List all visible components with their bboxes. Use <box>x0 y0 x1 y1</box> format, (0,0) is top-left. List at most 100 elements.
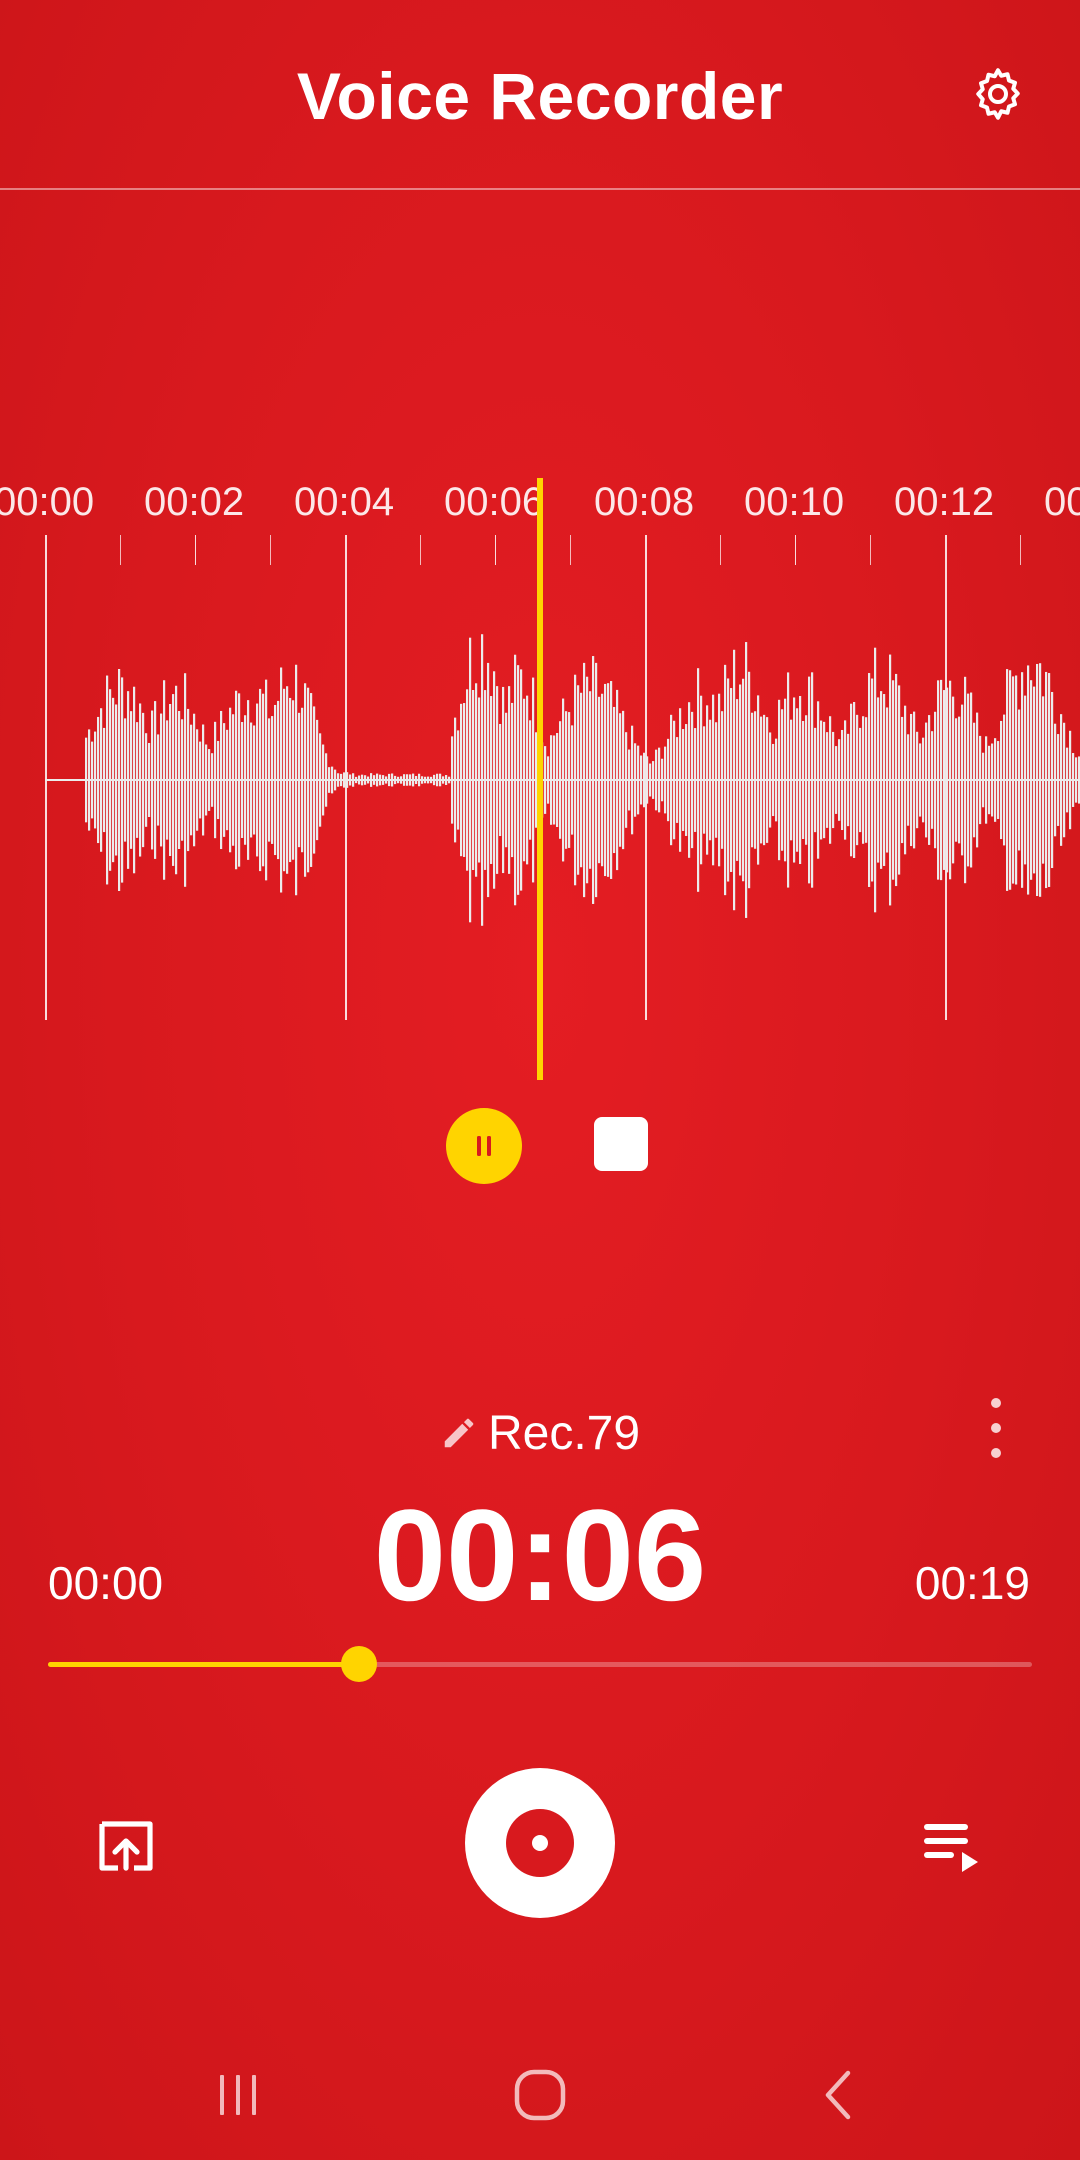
waveform-bar <box>748 671 751 889</box>
waveform-bar <box>874 647 877 913</box>
recordings-list-button[interactable] <box>916 1810 988 1882</box>
waveform-bar <box>361 774 364 786</box>
waveform-bar <box>373 775 376 785</box>
waveform-bar <box>898 685 901 875</box>
waveform-bar <box>628 749 631 811</box>
waveform-bar <box>409 774 412 786</box>
waveform-bar <box>757 695 760 865</box>
more-options-button[interactable] <box>976 1398 1016 1458</box>
waveform-bar <box>499 723 502 837</box>
waveform-bar <box>358 775 361 785</box>
waveform-bar <box>592 656 595 904</box>
waveform-bar <box>949 680 952 880</box>
waveform-bar <box>892 680 895 880</box>
waveform-bar <box>481 634 484 926</box>
waveform-bar <box>862 716 865 844</box>
waveform-bar <box>754 711 757 849</box>
waveform-bar <box>94 731 97 829</box>
waveform-bar <box>418 773 421 787</box>
home-button[interactable] <box>500 2060 580 2130</box>
waveform-bar <box>271 716 274 844</box>
half-second-marker <box>870 535 871 565</box>
waveform-bar <box>283 688 286 872</box>
waveform-bar <box>397 776 400 784</box>
recents-button[interactable] <box>198 2060 278 2130</box>
waveform-bar <box>289 697 292 863</box>
waveform-bar <box>331 766 334 794</box>
waveform-bar <box>928 715 931 845</box>
waveform-bar <box>1060 714 1063 846</box>
waveform-bar <box>859 727 862 833</box>
waveform-bar <box>112 697 115 863</box>
half-second-marker <box>420 535 421 565</box>
waveform-bar <box>1051 691 1054 869</box>
waveform-bar <box>829 716 832 844</box>
waveform-bar <box>610 681 613 879</box>
seek-bar-thumb[interactable] <box>340 1646 377 1682</box>
waveform-bar <box>544 746 547 814</box>
waveform-bar <box>526 695 529 865</box>
waveform-bar <box>622 710 625 850</box>
share-button[interactable] <box>90 1810 162 1882</box>
waveform-bar <box>310 693 313 867</box>
waveform-bar <box>307 687 310 873</box>
waveform-bar <box>631 725 634 835</box>
waveform-bar <box>688 702 691 858</box>
waveform-bar <box>946 687 949 873</box>
waveform-bar <box>376 773 379 787</box>
waveform-bar <box>124 718 127 842</box>
waveform-bar <box>721 711 724 849</box>
recording-name[interactable]: Rec.79 <box>488 1406 640 1461</box>
waveform-bar <box>856 714 859 846</box>
waveform-bar <box>934 711 937 849</box>
waveform-bar <box>772 743 775 817</box>
waveform-bar <box>229 707 232 853</box>
waveform-bar <box>274 704 277 856</box>
waveform-bar <box>478 697 481 863</box>
waveform-bar <box>1006 669 1009 891</box>
waveform-bar <box>364 775 367 785</box>
record-button[interactable] <box>465 1768 615 1918</box>
waveform-bar <box>607 683 610 877</box>
waveform-bar <box>232 714 235 846</box>
pause-button[interactable] <box>446 1108 522 1184</box>
waveform-bar <box>211 753 214 807</box>
waveform-bar <box>727 678 730 882</box>
waveform-bar <box>511 702 514 858</box>
waveform-bar <box>217 740 220 820</box>
waveform-bar <box>346 772 349 788</box>
waveform-bar <box>265 679 268 881</box>
waveform-bar <box>502 686 505 874</box>
waveform-bar <box>268 718 271 842</box>
waveform-bar <box>460 703 463 857</box>
waveform-bar <box>775 738 778 822</box>
back-button[interactable] <box>800 2060 880 2130</box>
waveform-bar <box>1054 723 1057 837</box>
stop-button[interactable] <box>594 1117 648 1171</box>
waveform-bar <box>1033 686 1036 874</box>
second-marker <box>195 535 196 565</box>
settings-button[interactable] <box>962 58 1034 130</box>
waveform-bar <box>391 773 394 787</box>
waveform-bar <box>739 684 742 876</box>
waveform-bar <box>574 674 577 886</box>
waveform-bar <box>160 713 163 847</box>
waveform-bar <box>118 668 121 892</box>
playhead[interactable] <box>537 478 543 1080</box>
playlist-icon <box>924 1824 978 1872</box>
system-navigation-bar <box>0 2030 1080 2160</box>
waveform-bar <box>106 675 109 885</box>
recording-name-row[interactable]: Rec.79 <box>0 1400 1080 1466</box>
waveform-bar <box>931 731 934 829</box>
waveform-bar <box>121 677 124 883</box>
waveform-bar <box>463 703 466 857</box>
waveform-bar <box>736 699 739 861</box>
waveform-bar <box>964 676 967 884</box>
waveform-bar <box>235 690 238 870</box>
waveform-bar <box>781 709 784 851</box>
waveform-bar <box>472 690 475 870</box>
waveform-bar <box>766 717 769 843</box>
waveform-bar <box>817 701 820 859</box>
timeline-label: 00:14 <box>1044 480 1080 524</box>
waveform-bar <box>1000 720 1003 840</box>
